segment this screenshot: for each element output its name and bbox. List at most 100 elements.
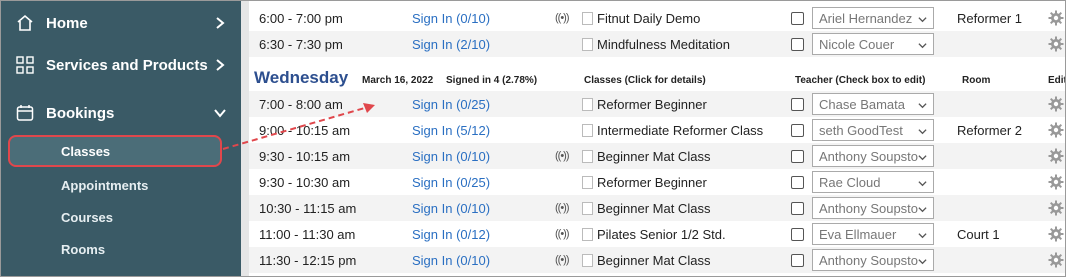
table-row: 10:30 - 11:15 am Sign In (0/10) Beginner M…: [249, 195, 1065, 221]
sign-in-link[interactable]: Sign In (0/10): [412, 5, 490, 31]
chevron-down-icon: [214, 109, 226, 118]
gear-icon[interactable]: [1048, 36, 1064, 52]
nav-bookings[interactable]: Bookings: [1, 91, 241, 135]
document-icon[interactable]: [582, 124, 593, 137]
teacher-edit-checkbox[interactable]: [791, 98, 804, 111]
class-name-link[interactable]: Mindfulness Meditation: [597, 31, 730, 57]
sign-in-link[interactable]: Sign In (0/25): [412, 91, 490, 117]
document-icon[interactable]: [582, 150, 593, 163]
teacher-select-value: Anthony Soupsto: [819, 252, 919, 268]
teacher-edit-checkbox[interactable]: [791, 176, 804, 189]
chevron-down-icon: [918, 181, 927, 187]
teacher-select[interactable]: Anthony Soupsto: [812, 145, 934, 167]
class-time: 10:30 - 11:15 am: [259, 200, 357, 216]
teacher-edit-checkbox[interactable]: [791, 228, 804, 241]
sidebar-item-rooms[interactable]: Rooms: [61, 242, 105, 257]
chevron-down-icon: [918, 207, 927, 213]
teacher-select[interactable]: Ariel Hernandez: [812, 7, 934, 29]
sign-in-link[interactable]: Sign In (2/10): [412, 31, 490, 57]
teacher-edit-checkbox[interactable]: [791, 254, 804, 267]
teacher-select-value: Anthony Soupsto: [819, 200, 919, 216]
teacher-select-value: Eva Ellmauer: [819, 226, 897, 242]
table-row: 9:30 - 10:15 am Sign In (0/10) Beginner Ma…: [249, 143, 1065, 169]
table-row: 11:00 - 11:30 am Sign In (0/12) Pilates Se…: [249, 221, 1065, 247]
class-name-link[interactable]: Fitnut Daily Demo: [597, 5, 700, 31]
nav-services-products[interactable]: Services and Products: [1, 43, 241, 87]
nav-home-label: Home: [46, 14, 88, 32]
gear-icon[interactable]: [1048, 226, 1064, 242]
live-stream-icon: ((•)): [555, 12, 569, 24]
class-name-link[interactable]: Intermediate Reformer Class: [597, 117, 763, 143]
gear-icon[interactable]: [1048, 174, 1064, 190]
sign-in-link[interactable]: Sign In (5/12): [412, 117, 490, 143]
class-time: 9:30 - 10:15 am: [259, 148, 351, 164]
gear-icon[interactable]: [1048, 148, 1064, 164]
gear-icon[interactable]: [1048, 10, 1064, 26]
column-teacher: Teacher (Check box to edit): [795, 75, 926, 86]
chevron-right-icon: [216, 59, 225, 71]
teacher-select[interactable]: Rae Cloud: [812, 171, 934, 193]
nav-home[interactable]: Home: [1, 1, 241, 45]
chevron-down-icon: [918, 103, 927, 109]
sign-in-link[interactable]: Sign In (0/12): [412, 221, 490, 247]
gear-icon[interactable]: [1048, 122, 1064, 138]
room-name: Court 1: [957, 226, 1000, 242]
sign-in-link[interactable]: Sign In (0/10): [412, 195, 490, 221]
document-icon[interactable]: [582, 98, 593, 111]
document-icon[interactable]: [582, 202, 593, 215]
live-stream-icon: ((•)): [555, 228, 569, 240]
document-icon[interactable]: [582, 12, 593, 25]
teacher-edit-checkbox[interactable]: [791, 202, 804, 215]
chevron-down-icon: [918, 129, 927, 135]
live-stream-icon: ((•)): [555, 202, 569, 214]
class-name-link[interactable]: Beginner Mat Class: [597, 143, 710, 169]
calendar-icon: [15, 103, 35, 123]
teacher-edit-checkbox[interactable]: [791, 150, 804, 163]
room-name: Reformer 1: [957, 10, 1023, 26]
class-name-link[interactable]: Pilates Senior 1/2 Std.: [597, 221, 726, 247]
class-time: 6:00 - 7:00 pm: [259, 10, 343, 26]
class-time: 6:30 - 7:30 pm: [259, 36, 343, 52]
class-name-link[interactable]: Reformer Beginner: [597, 169, 707, 195]
chevron-down-icon: [918, 17, 927, 23]
day-signed-in: Signed in 4 (2.78%): [446, 75, 538, 86]
sign-in-link[interactable]: Sign In (0/10): [412, 143, 490, 169]
document-icon[interactable]: [582, 254, 593, 267]
nav-bookings-label: Bookings: [46, 104, 115, 122]
teacher-select-value: Anthony Soupsto: [819, 148, 919, 164]
teacher-select-value: Ariel Hernandez: [819, 10, 913, 26]
sidebar-item-appointments[interactable]: Appointments: [61, 178, 148, 193]
class-name-link[interactable]: Beginner Mat Class: [597, 195, 710, 221]
teacher-select[interactable]: seth GoodTest: [812, 119, 934, 141]
teacher-edit-checkbox[interactable]: [791, 38, 804, 51]
sidebar-item-courses[interactable]: Courses: [61, 210, 113, 225]
sign-in-link[interactable]: Sign In (0/25): [412, 169, 490, 195]
table-row: 7:00 - 8:00 am Sign In (0/25) Reformer Beg…: [249, 91, 1065, 117]
document-icon[interactable]: [582, 38, 593, 51]
gear-icon[interactable]: [1048, 252, 1064, 268]
day-header: Wednesday March 16, 2022 Signed in 4 (2.…: [249, 63, 1065, 93]
sign-in-link[interactable]: Sign In (0/10): [412, 247, 490, 273]
document-icon[interactable]: [582, 176, 593, 189]
grid-icon: [15, 55, 35, 75]
screenshot-frame: Home Services and Products Bookings Clas…: [0, 0, 1066, 277]
class-name-link[interactable]: Reformer Beginner: [597, 91, 707, 117]
table-row: 9:30 - 10:30 am Sign In (0/25) Reformer Be…: [249, 169, 1065, 195]
class-name-link[interactable]: Beginner Mat Class: [597, 247, 710, 273]
class-time: 11:00 - 11:30 am: [259, 226, 356, 242]
chevron-down-icon: [918, 233, 927, 239]
sidebar-item-classes[interactable]: Classes: [8, 135, 222, 167]
live-stream-icon: ((•)): [555, 254, 569, 266]
gear-icon[interactable]: [1048, 200, 1064, 216]
teacher-edit-checkbox[interactable]: [791, 124, 804, 137]
class-time: 11:30 - 12:15 pm: [259, 252, 357, 268]
document-icon[interactable]: [582, 228, 593, 241]
teacher-edit-checkbox[interactable]: [791, 12, 804, 25]
teacher-select[interactable]: Eva Ellmauer: [812, 223, 934, 245]
teacher-select[interactable]: Anthony Soupsto: [812, 197, 934, 219]
gear-icon[interactable]: [1048, 96, 1064, 112]
teacher-select[interactable]: Nicole Couer: [812, 33, 934, 55]
table-row: 9:00 - 10:15 am Sign In (5/12) Intermediat…: [249, 117, 1065, 143]
teacher-select[interactable]: Anthony Soupsto: [812, 249, 934, 271]
teacher-select[interactable]: Chase Bamata: [812, 93, 934, 115]
